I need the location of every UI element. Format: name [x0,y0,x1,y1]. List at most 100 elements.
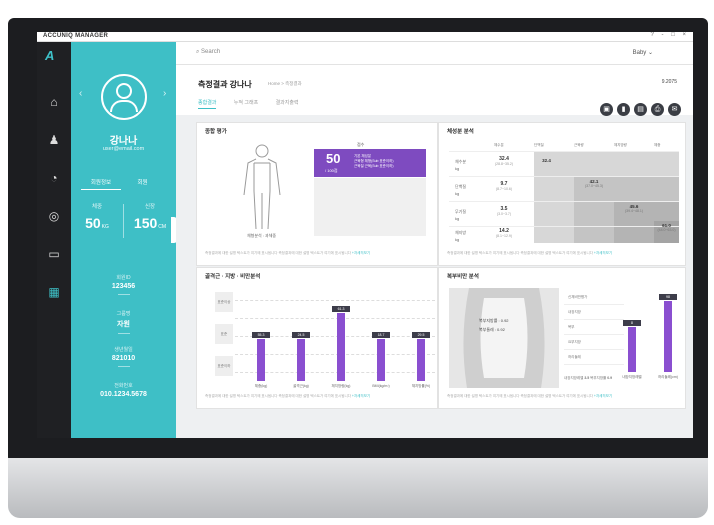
member-group: 그룹명 자원 [71,310,176,334]
composition-note: 측정결과에 대한 설명 텍스트가 여기에 표시됩니다 측정결과에 대한 설명 텍… [447,251,613,255]
composition-table: 체수분 단백질 근육량 체지방량 체중 체수분 kg 32.4 (28.8~35.2… [449,143,679,243]
bar-value-label: 29.5 [412,332,430,339]
member-name: 강나나 [109,136,138,147]
measure-date: 9.2075 [661,79,677,85]
user-icon[interactable]: ♟ [46,132,62,148]
window-controls[interactable]: ? - □ × [651,32,689,38]
more-link[interactable]: +자세히보기 [352,251,370,255]
overall-title: 종합 평가 [205,129,227,135]
step-value: 42.1 (37.0~45.3) [585,179,603,188]
profile-tab-info[interactable]: 회원정보 [81,178,121,190]
main-content: ⌕ Search Baby ⌄ 측정결과 강나나 Home > 측정결과 9.2… [176,42,693,438]
bar-value-label: 98 [659,293,677,300]
user-menu[interactable]: Baby ⌄ [633,49,653,56]
page-header: 측정결과 강나나 Home > 측정결과 9.2075 종합결과 누적 그래프 … [176,65,693,116]
search-input[interactable]: ⌕ Search [196,49,220,56]
profile-tab-member[interactable]: 회원 [123,178,163,189]
waist-note: 측정결과에 대한 설명 텍스트가 여기에 표시됩니다 측정결과에 대한 설명 텍… [447,394,613,398]
more-link[interactable]: +자세히보기 [594,394,612,398]
tab-history[interactable]: 누적 그래프 [234,99,258,108]
export-icon[interactable]: ▤ [634,103,647,116]
app-screen: ACCUNIQ MANAGER ? - □ × A ⌂ ♟ ◔ ◎ ▭ ▦ ‹ … [37,32,693,438]
muscle-fat-chart: 표준이상 표준 표준이하 55.3 체중(kg) 24.5 골격근(kg) 61.3 체지… [215,286,435,391]
print-icon[interactable]: ⎙ [651,103,664,116]
muscle-fat-title: 골격근 · 지방 · 비만분석 [205,274,261,280]
composition-title: 체성분 분석 [447,129,474,135]
title-bar: ACCUNIQ MANAGER ? - □ × [37,32,693,42]
delete-icon[interactable]: ▮ [617,103,630,116]
tab-summary[interactable]: 종합결과 [198,99,217,109]
page-title: 측정결과 강나나 [198,80,252,89]
chart-bar [377,339,385,381]
weight-value: 50 [85,215,101,231]
member-phone: 전화번호 010.1234.5678 [100,383,147,398]
profile-panel: ‹ › 강나나 user@email.com 회원정보 회원 체중 50KG 신… [71,42,177,438]
mail-icon[interactable]: ✉ [668,103,681,116]
chart-bar [337,313,345,381]
score-value: 50 [326,151,341,166]
bar-category-label: BMI(kg/m²) [372,384,390,388]
prev-member-icon[interactable]: ‹ [79,88,82,99]
tab-print[interactable]: 결과지출력 [276,99,299,108]
overall-note: 측정결과에 대한 설명 텍스트가 여기에 표시됩니다 측정결과에 대한 설명 텍… [205,251,371,255]
body-figure [243,144,281,230]
waist-chart: 8 내장지방레벨 98 허리둘레(cm) [614,286,684,391]
muscle-fat-panel: 골격근 · 지방 · 비만분석 표준이상 표준 표준이하 55.3 체중(kg) 2… [196,267,438,409]
member-id: 회원ID 123456 [71,274,176,295]
toolbar: ▣ ▮ ▤ ⎙ ✉ [596,98,681,116]
weight-label: 체중 [91,204,103,210]
next-member-icon[interactable]: › [163,88,166,99]
step-value: 32.4 [542,158,551,163]
level-label: 표준 [215,324,233,344]
home-icon[interactable]: ⌂ [46,94,62,110]
level-label: 표준이하 [215,356,233,376]
overall-detail-box [314,178,426,236]
muscle-fat-note: 측정결과에 대한 설명 텍스트가 여기에 표시됩니다 측정결과에 대한 설명 텍… [205,394,371,398]
table-row: 체지방 kg 14.2 (8.1~12.9) 61.0 (44.0~63.0) [449,223,679,244]
save-icon[interactable]: ▣ [600,103,613,116]
score-label: 점수 [357,142,365,147]
bar-category-label: 골격근(kg) [293,384,309,388]
bar-value-label: 24.5 [292,332,310,339]
step-value: 61.0 (44.0~63.0) [657,223,676,232]
more-link[interactable]: +자세히보기 [594,251,612,255]
bar-category-label: 체중(kg) [254,384,268,388]
chart-bar [257,339,265,381]
waist-figure: 복부지방률 : 0.92 복부둘레 : 0.92 [449,288,559,388]
bar-category-label: 체지방량(kg) [331,384,351,388]
settings-icon[interactable]: ◎ [46,208,62,224]
waist-title: 복부비만 분석 [447,274,479,280]
bar-value-label: 18.7 [372,332,390,339]
table-row: 단백질 kg 9.7 (8.7~10.6) 42.1 (37.0~45.3) [449,176,679,202]
height-stat: 신장 150CM [124,202,176,231]
breadcrumb[interactable]: Home > 측정결과 [268,81,302,87]
member-birthdate: 생년월일 821010 [71,346,176,367]
height-unit: CM [158,224,167,230]
height-label: 신장 [144,204,156,210]
composition-panel: 체성분 분석 체수분 단백질 근육량 체지방량 체중 체수분 kg 32.4 (28… [438,122,686,266]
bar-category-label: 내장지방레벨 [622,375,642,379]
chart-bar [297,339,305,381]
bar-category-label: 체지방률(%) [411,384,431,388]
weight-stat: 체중 50KG [71,202,123,231]
avatar [101,74,147,120]
result-tabs: 종합결과 누적 그래프 결과지출력 [198,99,315,109]
app-brand: ACCUNIQ MANAGER [43,33,109,39]
more-link[interactable]: +자세히보기 [352,394,370,398]
monitor-icon[interactable]: ▭ [46,246,62,262]
member-email: user@email.com [102,146,145,152]
composition-header: 체수분 단백질 근육량 체지방량 체중 [494,143,661,147]
bar-value-label: 61.3 [332,306,350,312]
score-box: 50 / 100점 기본 체성분 근육형 체형(Sub 표준이하) 근육질 근육… [314,149,426,177]
chart-icon[interactable]: ◔ [46,170,62,186]
bar-value-label: 55.3 [252,332,270,339]
step-value: 45.6 (39.4~48.1) [625,204,643,213]
profile-tabs: 회원정보 회원 [81,178,166,190]
logo-icon: A [45,48,55,63]
icon-rail: A ⌂ ♟ ◔ ◎ ▭ ▦ [37,42,71,438]
calendar-icon[interactable]: ▦ [46,284,62,300]
waist-panel: 복부비만 분석 복부지방률 : 0.92 복부둘레 : 0.92 신체비만평가 … [438,267,686,409]
score-sub: / 100점 [325,168,338,173]
monitor-stand [8,458,708,518]
bar-value-label: 8 [623,320,641,326]
